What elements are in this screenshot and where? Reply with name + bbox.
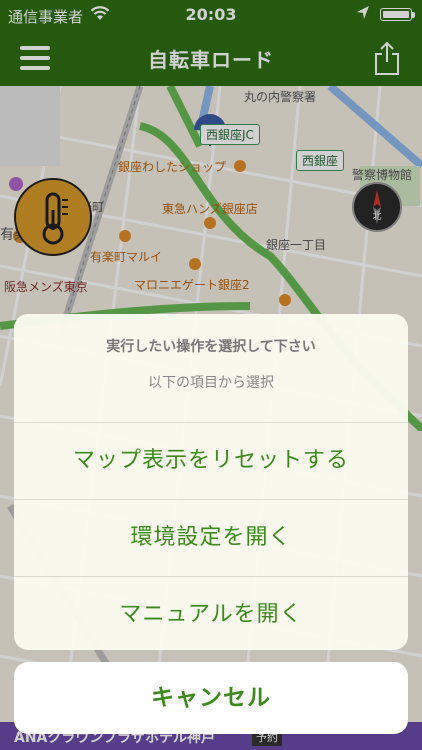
cancel-button[interactable]: キャンセル [14,662,408,734]
reset-map-button[interactable]: マップ表示をリセットする [14,423,408,500]
action-sheet-title: 実行したい操作を選択して下さい [106,339,316,355]
action-sheet: 実行したい操作を選択して下さい 以下の項目から選択 マップ表示をリセットする 環… [14,314,408,650]
open-settings-button[interactable]: 環境設定を開く [14,500,408,577]
action-sheet-subtitle: 以下の項目から選択 [148,375,274,391]
action-sheet-header: 実行したい操作を選択して下さい 以下の項目から選択 [14,314,408,423]
open-manual-button[interactable]: マニュアルを開く [14,577,408,650]
